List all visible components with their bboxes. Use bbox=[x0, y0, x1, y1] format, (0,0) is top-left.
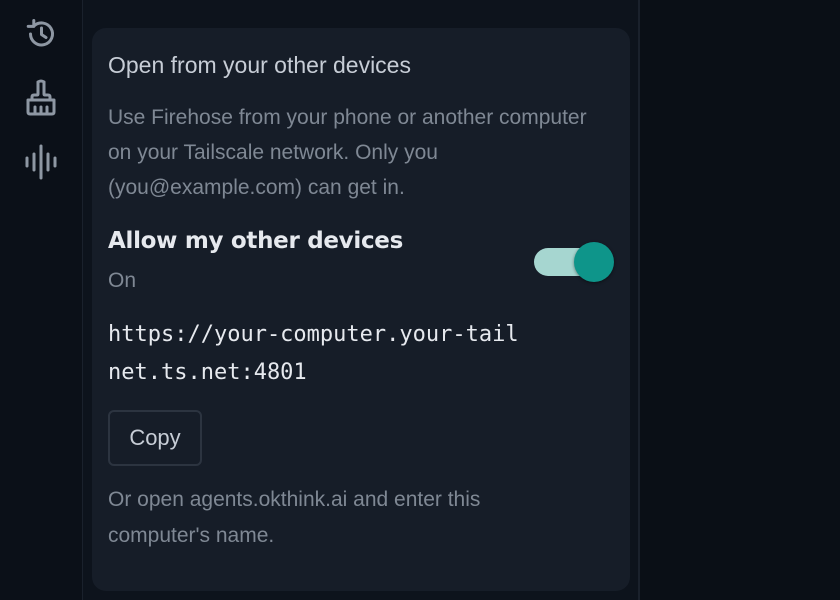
toggle-knob bbox=[574, 242, 614, 282]
allow-devices-label: Allow my other devices bbox=[108, 228, 403, 254]
device-url: https://your-computer.your-tailnet.ts.ne… bbox=[108, 322, 519, 385]
card-title: Open from your other devices bbox=[108, 52, 411, 78]
allow-devices-status: On bbox=[108, 269, 137, 292]
sidebar-rail bbox=[0, 0, 83, 600]
audio-waveform-icon bbox=[25, 144, 57, 180]
app-window: Open from your other devices Use Firehos… bbox=[0, 0, 840, 600]
sidebar-item-clean[interactable] bbox=[16, 76, 66, 120]
card-description: Use Firehose from your phone or another … bbox=[108, 106, 587, 199]
copy-url-button[interactable]: Copy bbox=[108, 410, 202, 466]
sidebar-item-history[interactable] bbox=[16, 12, 66, 56]
sidebar-item-voice[interactable] bbox=[16, 140, 66, 184]
allow-devices-toggle[interactable] bbox=[534, 242, 614, 282]
remote-access-card: Open from your other devices Use Firehos… bbox=[92, 28, 630, 591]
broom-icon bbox=[26, 79, 56, 116]
right-pane bbox=[640, 0, 840, 600]
history-icon bbox=[26, 19, 54, 47]
card-footnote: Or open agents.okthink.ai and enter this… bbox=[108, 488, 481, 547]
